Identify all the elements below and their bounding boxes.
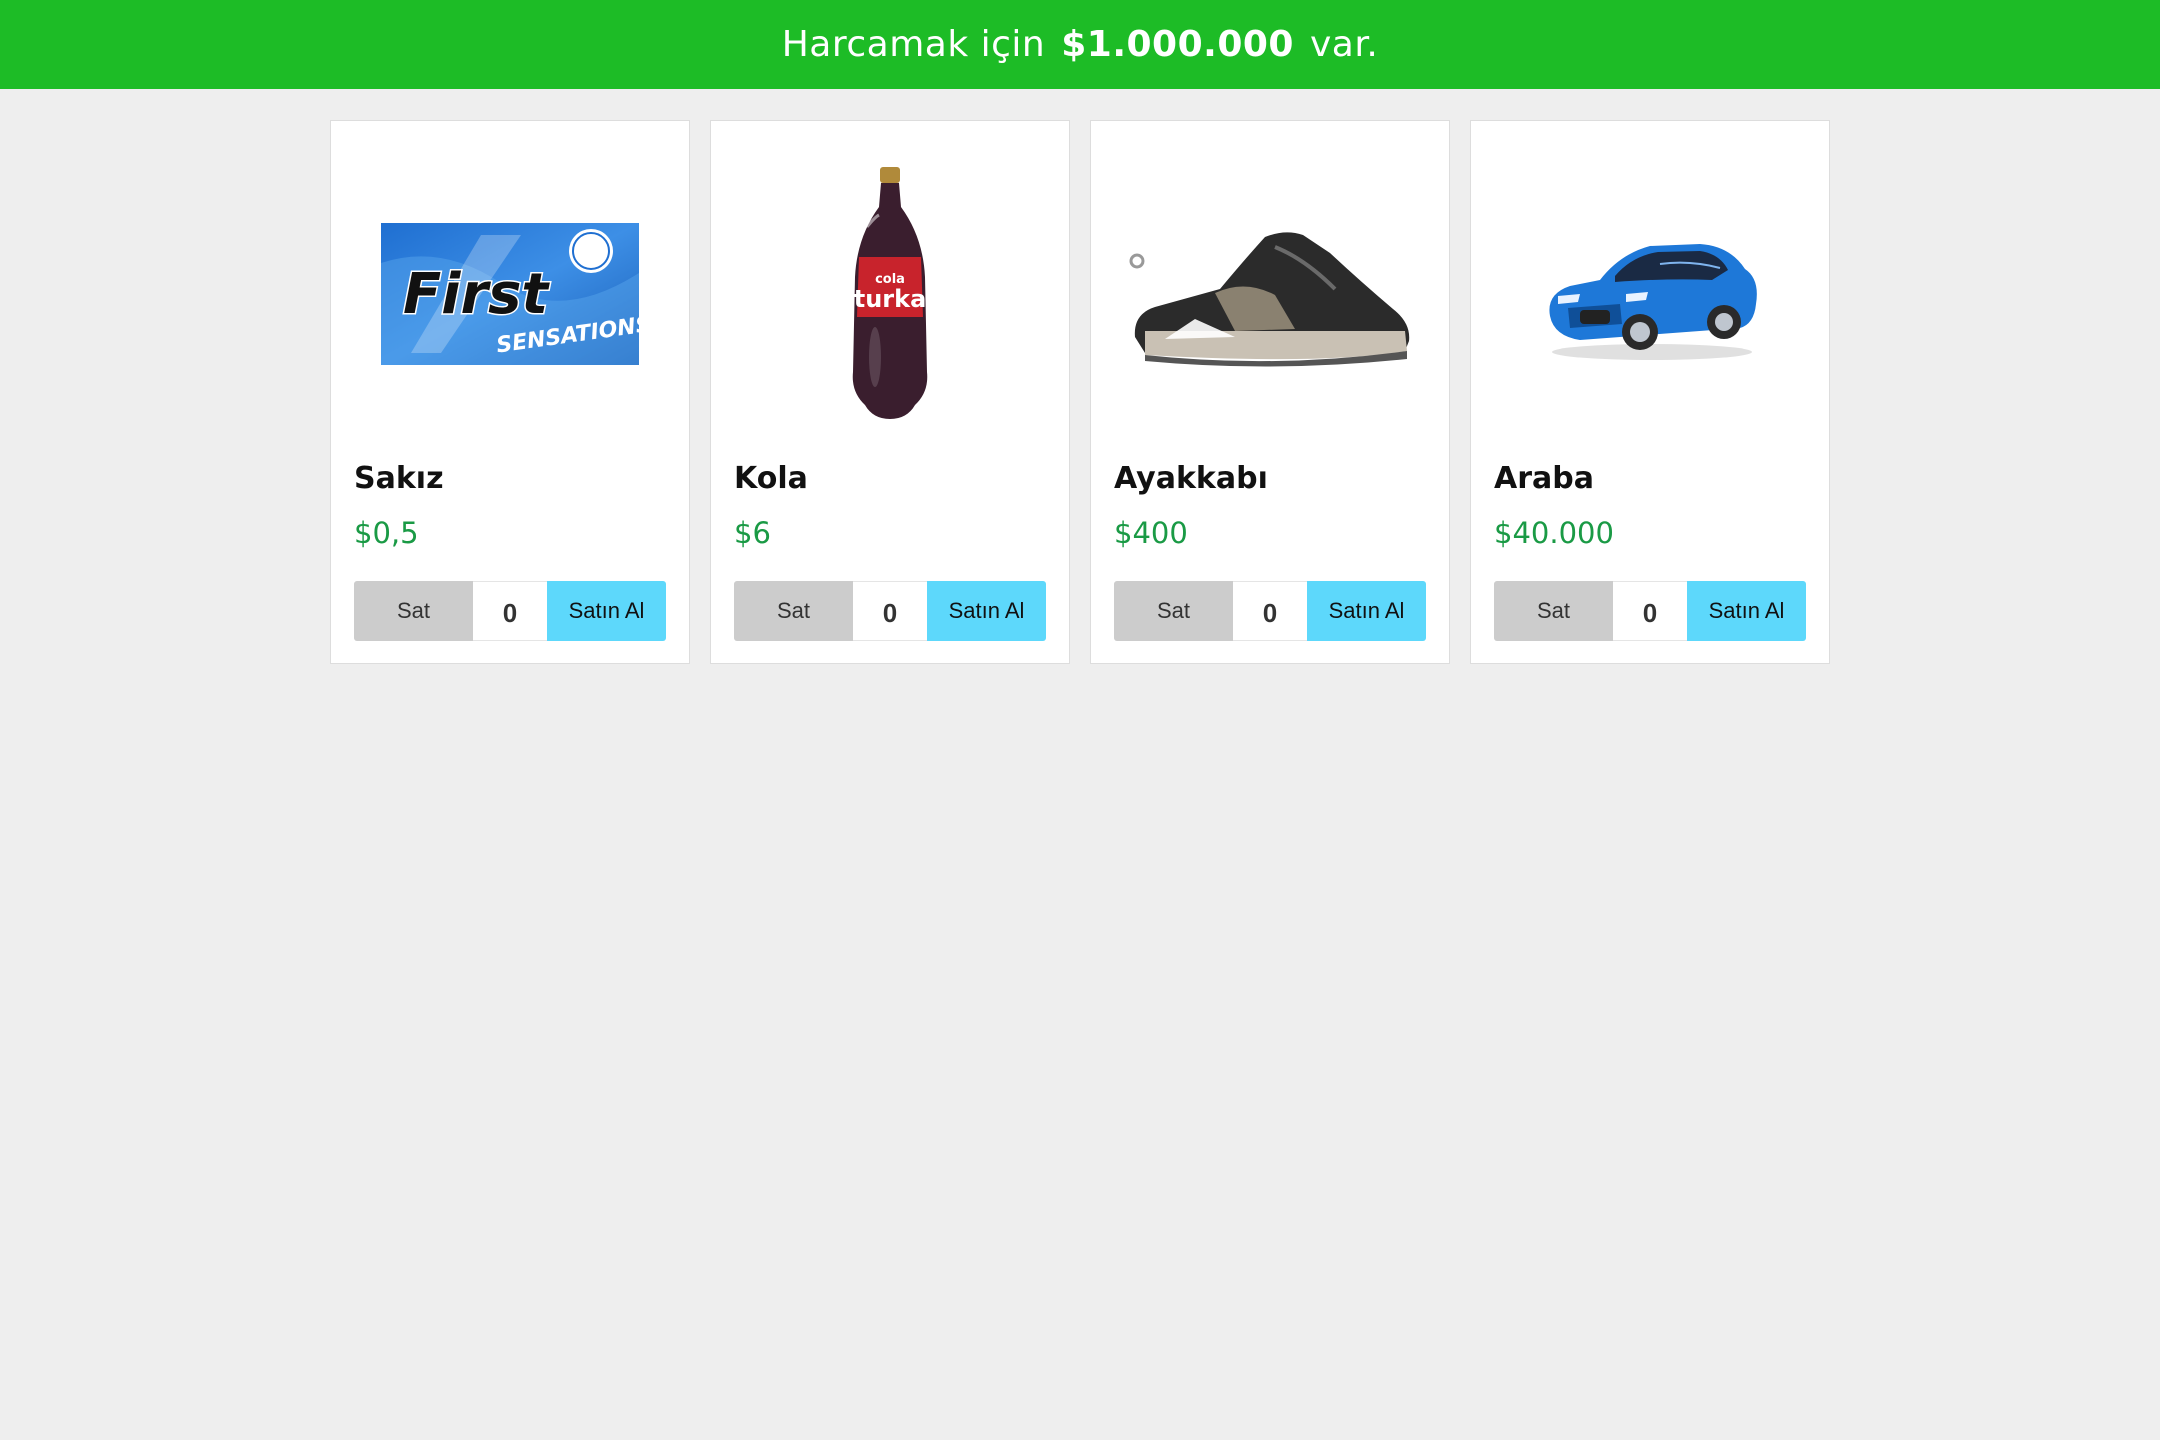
svg-text:First: First (403, 262, 550, 327)
product-image-wrap (1091, 121, 1449, 466)
quantity-controls: Sat 0 Satın Al (1114, 581, 1426, 641)
money-amount: $1.000.000 (1061, 24, 1294, 65)
quantity-display: 0 (1233, 581, 1307, 641)
cola-bottle-image: cola turka (852, 166, 928, 419)
svg-text:turka: turka (854, 285, 927, 313)
buy-button[interactable]: Satın Al (927, 581, 1046, 641)
product-card-ayakkabi: Ayakkabı $400 Sat 0 Satın Al (1090, 120, 1450, 664)
product-name: Kola (734, 461, 808, 496)
sell-button[interactable]: Sat (734, 581, 853, 641)
product-image-wrap: cola turka (711, 121, 1069, 466)
quantity-controls: Sat 0 Satın Al (354, 581, 666, 641)
buy-button[interactable]: Satın Al (1687, 581, 1806, 641)
money-banner-prefix: Harcamak için (781, 24, 1046, 65)
car-image (1549, 243, 1757, 360)
product-name: Ayakkabı (1114, 461, 1268, 496)
sell-button[interactable]: Sat (354, 581, 473, 641)
quantity-display: 0 (853, 581, 927, 641)
product-price: $6 (734, 516, 771, 550)
shoe-image (1129, 231, 1410, 367)
buy-button[interactable]: Satın Al (1307, 581, 1426, 641)
product-image-wrap: First SENSATIONS (331, 121, 689, 466)
quantity-display: 0 (1613, 581, 1687, 641)
product-name: Sakız (354, 461, 444, 496)
product-name: Araba (1494, 461, 1594, 496)
product-card-kola: cola turka Kola $6 Sat 0 Satın Al (710, 120, 1070, 664)
quantity-display: 0 (473, 581, 547, 641)
product-price: $400 (1114, 516, 1188, 550)
product-price: $0,5 (354, 516, 419, 550)
product-card-sakiz: First SENSATIONS Sakız $0,5 Sat 0 Satın … (330, 120, 690, 664)
product-image-wrap (1471, 121, 1829, 466)
money-banner: Harcamak için $1.000.000 var. (0, 0, 2160, 89)
buy-button[interactable]: Satın Al (547, 581, 666, 641)
sell-button[interactable]: Sat (1114, 581, 1233, 641)
quantity-controls: Sat 0 Satın Al (734, 581, 1046, 641)
product-price: $40.000 (1494, 516, 1614, 550)
money-banner-suffix: var. (1309, 24, 1379, 65)
quantity-controls: Sat 0 Satın Al (1494, 581, 1806, 641)
product-card-araba: Araba $40.000 Sat 0 Satın Al (1470, 120, 1830, 664)
sell-button[interactable]: Sat (1494, 581, 1613, 641)
product-grid: First SENSATIONS Sakız $0,5 Sat 0 Satın … (330, 120, 1830, 664)
gum-pack-image: First SENSATIONS (381, 222, 639, 365)
